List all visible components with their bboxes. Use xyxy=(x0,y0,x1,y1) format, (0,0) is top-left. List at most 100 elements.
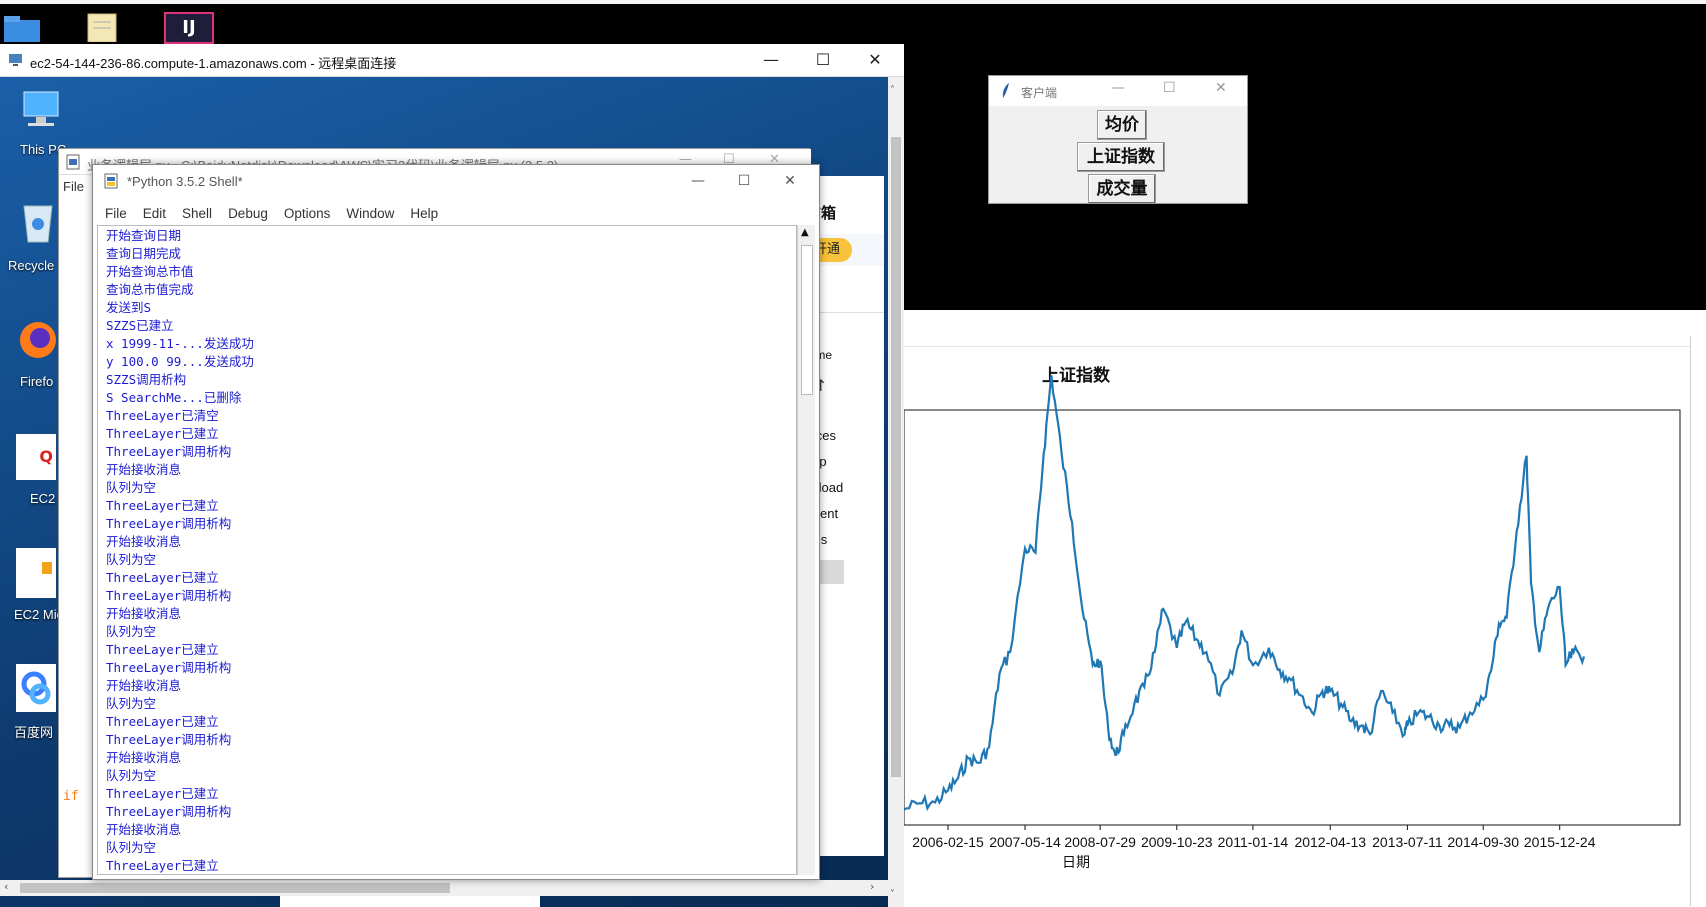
plot-area xyxy=(904,409,1681,826)
scroll-down-arrow-icon[interactable]: ˅ xyxy=(890,889,895,900)
recycle-bin-icon[interactable] xyxy=(16,198,60,248)
shell-output-line: ThreeLayer调用析构 xyxy=(106,516,232,531)
ec2-feedback-icon[interactable]: Q xyxy=(16,434,56,480)
shell-output-line: 开始接收消息 xyxy=(106,534,182,549)
shell-output-line: 开始查询总市值 xyxy=(106,264,194,279)
shell-output-line: 队列为空 xyxy=(106,480,157,495)
shell-output-line: 开始接收消息 xyxy=(106,606,182,621)
x-tick-label: 2006-02-15 xyxy=(912,834,984,850)
x-tick-label: 2015-12-24 xyxy=(1524,834,1596,850)
computer-icon[interactable] xyxy=(16,86,66,136)
shell-title-bar[interactable]: *Python 3.5.2 Shell* — ☐ ✕ xyxy=(93,165,819,197)
sse-index-button[interactable]: 上证指数 xyxy=(1077,142,1165,172)
figure-right-edge xyxy=(1690,336,1706,906)
shell-close-button[interactable]: ✕ xyxy=(767,165,813,197)
menu-file[interactable]: File xyxy=(105,206,127,221)
shell-output-line: ThreeLayer调用析构 xyxy=(106,444,232,459)
x-tick-label: 2011-01-14 xyxy=(1218,834,1289,850)
shell-maximize-button[interactable]: ☐ xyxy=(721,165,767,197)
rdp-title: ec2-54-144-236-86.compute-1.amazonaws.co… xyxy=(30,56,397,71)
minimize-button[interactable]: — xyxy=(748,44,794,76)
shell-output-line: 队列为空 xyxy=(106,840,157,855)
python-file-icon xyxy=(65,154,81,170)
shell-output-line: 开始接收消息 xyxy=(106,678,182,693)
scroll-left-arrow-icon[interactable]: ‹ xyxy=(4,880,8,893)
firefox-icon[interactable] xyxy=(14,318,58,364)
x-tick-label: 2012-04-13 xyxy=(1294,834,1366,850)
shell-scroll-up-icon[interactable]: ▲ xyxy=(801,227,809,238)
shell-title: *Python 3.5.2 Shell* xyxy=(127,174,243,189)
intellij-icon[interactable]: IJ xyxy=(164,12,214,44)
shell-output-line: ThreeLayer已建立 xyxy=(106,570,219,585)
menu-debug[interactable]: Debug xyxy=(228,206,268,221)
rdp-title-bar[interactable]: ec2-54-144-236-86.compute-1.amazonaws.co… xyxy=(0,44,904,77)
rdp-app-icon xyxy=(8,52,24,68)
notepad-icon[interactable] xyxy=(84,10,120,43)
desktop-label-recycle: Recycle xyxy=(8,258,55,273)
ec2-microsoft-icon[interactable] xyxy=(16,548,56,598)
client-maximize-button[interactable]: ☐ xyxy=(1163,80,1176,96)
shell-output-line: ThreeLayer调用析构 xyxy=(106,732,232,747)
scroll-up-arrow-icon[interactable]: ˄ xyxy=(890,85,895,96)
shell-output-line: SZZS调用析构 xyxy=(106,372,187,387)
shell-output-line: S SearchMe...已删除 xyxy=(106,390,242,405)
desktop-label-firefox: Firefo xyxy=(20,374,54,389)
menu-edit[interactable]: Edit xyxy=(143,206,166,221)
shell-scroll-thumb[interactable] xyxy=(801,245,813,395)
shell-output-line: ThreeLayer已建立 xyxy=(106,498,219,513)
shell-output-line: ThreeLayer已建立 xyxy=(106,858,219,873)
baidu-netdisk-icon[interactable] xyxy=(16,664,56,712)
menu-shell[interactable]: Shell xyxy=(182,206,212,221)
desktop-root: IJ ec2-54-144-236-86.compute-1.amazonaws… xyxy=(0,0,1706,907)
shell-output-area[interactable]: 开始查询日期 查询日期完成 开始查询总市值 查询总市值完成 发送到S SZZS已建立 x 1… xyxy=(97,225,797,875)
figure-toolbar-divider xyxy=(904,346,1706,347)
client-title-bar[interactable]: 客户端 — ☐ ✕ xyxy=(989,76,1247,106)
shell-output-line: 开始接收消息 xyxy=(106,750,182,765)
shell-menu-bar: File Edit Shell Debug Options Window Help xyxy=(105,203,454,222)
client-window: 客户端 — ☐ ✕ 均价 上证指数 成交量 xyxy=(988,75,1248,204)
close-button[interactable]: ✕ xyxy=(852,44,898,76)
x-axis-label: 日期 xyxy=(1062,855,1090,871)
volume-button[interactable]: 成交量 xyxy=(1088,174,1156,204)
shell-output-line: x 1999-11-...发送成功 xyxy=(106,336,254,351)
rdp-vertical-scrollbar[interactable]: ˄ ˅ xyxy=(888,77,904,907)
shell-output-line: 开始接收消息 xyxy=(106,462,182,477)
shell-output-line: 开始接收消息 xyxy=(106,822,182,837)
shell-output-line: SZZS已建立 xyxy=(106,318,174,333)
menu-help[interactable]: Help xyxy=(410,206,438,221)
shell-output-line: ThreeLayer已建立 xyxy=(106,714,219,729)
folder-icon[interactable] xyxy=(0,6,44,42)
rdp-hscroll-thumb[interactable] xyxy=(20,883,450,893)
x-tick-label: 2014-09-30 xyxy=(1447,834,1519,850)
menu-options[interactable]: Options xyxy=(284,206,331,221)
maximize-button[interactable]: ☐ xyxy=(800,44,846,76)
shell-output-line: ThreeLayer已清空 xyxy=(106,408,219,423)
rdp-horizontal-scrollbar[interactable]: ‹ › xyxy=(0,880,888,896)
shell-output-line: 队列为空 xyxy=(106,696,157,711)
x-tick-labels: 2006-02-15 2007-05-14 2008-07-29 2009-10-23… xyxy=(912,825,1596,850)
python-shell-icon xyxy=(103,173,119,189)
idle-toolbar-strip xyxy=(280,896,540,907)
shell-output-line: 开始查询日期 xyxy=(106,228,182,243)
shell-scrollbar[interactable]: ▲ xyxy=(797,225,815,875)
client-minimize-button[interactable]: — xyxy=(1111,80,1125,96)
menu-window[interactable]: Window xyxy=(346,206,394,221)
screen-top-edge xyxy=(0,0,1706,4)
desktop-label-ec2-feedback: EC2 Feedb xyxy=(30,491,96,506)
feather-icon xyxy=(1001,82,1011,100)
shell-output-line: ThreeLayer调用析构 xyxy=(106,804,232,819)
chart-svg: 上证指数 2006-02-15 2007-05-14 2008-07-29 2009-… xyxy=(904,365,1681,871)
average-price-button[interactable]: 均价 xyxy=(1097,110,1147,140)
rdp-scroll-thumb[interactable] xyxy=(891,137,901,777)
shell-output-line: ThreeLayer调用析构 xyxy=(106,660,232,675)
shell-output-lines: 开始查询日期 查询日期完成 开始查询总市值 查询总市值完成 发送到S SZZS已建立 x 1… xyxy=(98,226,796,874)
desktop-label-baidu: 百度网 xyxy=(14,725,54,740)
shell-output-line: y 100.0 99...发送成功 xyxy=(106,354,254,369)
scroll-right-arrow-icon[interactable]: › xyxy=(870,880,874,893)
shell-minimize-button[interactable]: — xyxy=(675,165,721,197)
shell-output-line: 查询日期完成 xyxy=(106,246,182,261)
client-close-button[interactable]: ✕ xyxy=(1215,80,1227,96)
python-shell-window: *Python 3.5.2 Shell* — ☐ ✕ File Edit Shell… xyxy=(92,164,820,880)
desktop-label-ec2-micros: EC2 Micros xyxy=(14,607,82,622)
editor-menu-file[interactable]: File xyxy=(63,179,84,194)
